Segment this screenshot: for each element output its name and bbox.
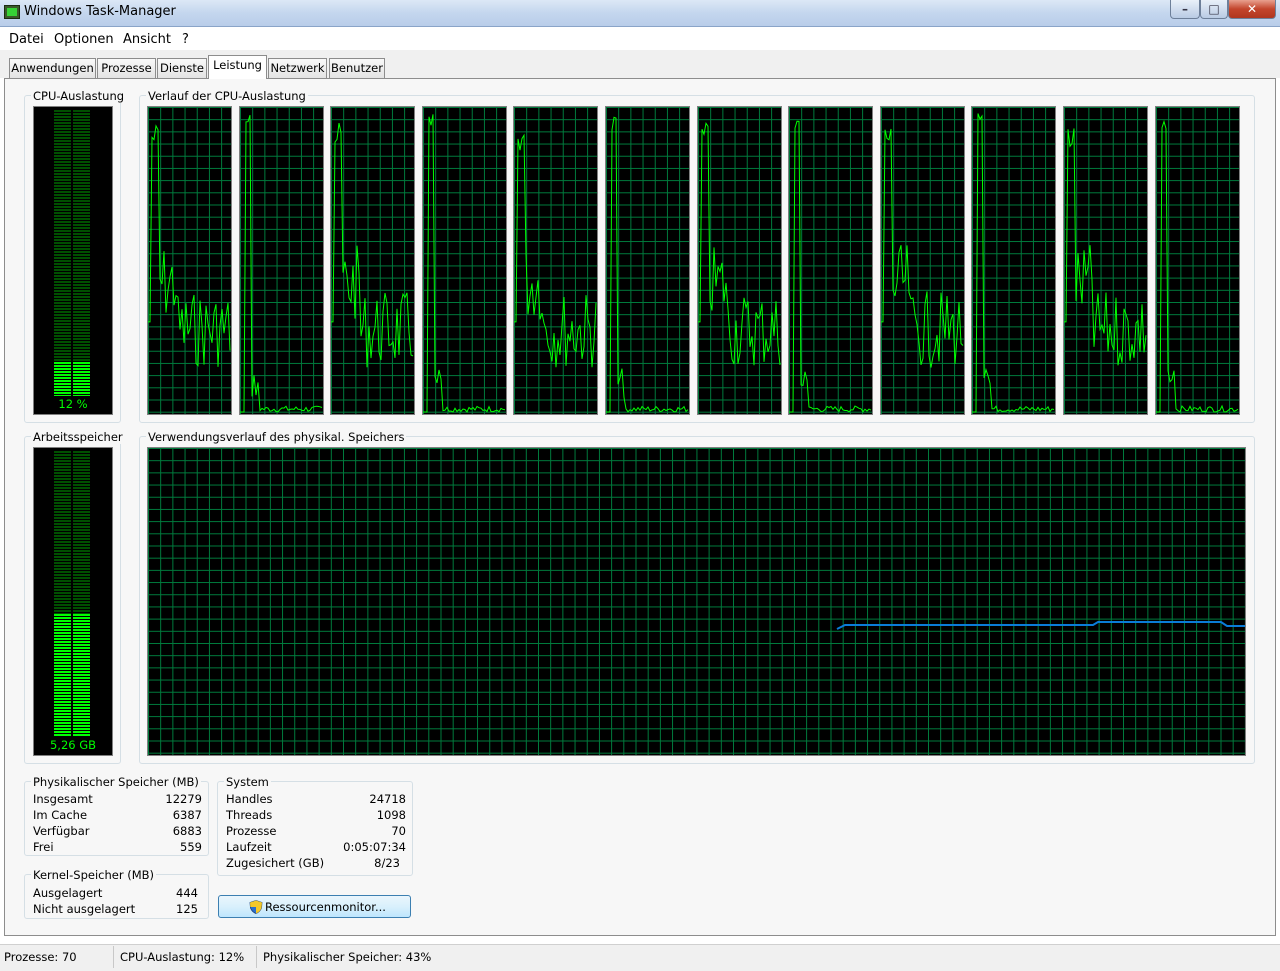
minimize-button[interactable]: – [1170,0,1200,19]
kernel-nicht-ausgelagert-value: 125 [176,902,198,916]
system-zugesichert-label: Zugesichert (GB) [226,856,325,870]
cpu-history-graphs [147,106,1243,415]
system-threads-label: Threads [226,808,273,822]
cpu-core-trace [698,121,781,366]
system-laufzeit-value: 0:05:07:34 [343,840,406,854]
memory-label: Arbeitsspeicher [31,430,125,444]
system-threads-value: 1098 [376,808,406,822]
menu-optionen[interactable]: Optionen [54,32,114,47]
system-prozesse-label: Prozesse [226,824,277,838]
kernel-nicht-ausgelagert-label: Nicht ausgelagert [33,902,136,916]
resource-monitor-label: Ressourcenmonitor... [265,900,386,914]
cpu-meter-bar-left [54,110,71,396]
physical-memory-label: Physikalischer Speicher (MB) [31,775,201,789]
cpu-core-trace [1064,128,1147,366]
maximize-button[interactable]: □ [1200,0,1228,19]
menu-ansicht[interactable]: Ansicht [123,32,171,47]
cpu-core-graph [605,106,690,415]
memory-history-line [836,621,1245,630]
cpu-core-graph [788,106,873,415]
cpu-core-trace [240,114,323,413]
resource-monitor-button[interactable]: Ressourcenmonitor... [218,895,411,918]
system-handles-label: Handles [226,792,273,806]
status-processes: Prozesse: 70 [4,950,77,964]
memory-meter: 5,26 GB [33,447,113,756]
tab-dienste[interactable]: Dienste [157,58,207,78]
status-memory: Physikalischer Speicher: 43% [263,950,432,964]
cpu-meter-bar-right [73,110,90,396]
cpu-core-trace [148,124,231,367]
cpu-meter-fill-left [54,362,71,396]
tab-leistung[interactable]: Leistung [208,55,267,79]
cpu-core-graph [147,106,232,415]
tab-prozesse[interactable]: Prozesse [97,58,156,78]
cpu-core-trace [606,116,689,413]
cpu-core-trace [423,114,506,413]
cpu-core-trace [331,122,414,368]
cpu-core-trace [514,133,597,368]
cpu-usage-label: CPU-Auslastung [31,89,127,103]
system-laufzeit-label: Laufzeit [226,840,272,854]
title-bar[interactable]: Windows Task-Manager – □ ✕ [0,0,1280,27]
window-title: Windows Task-Manager [24,4,176,19]
kernel-ausgelagert-label: Ausgelagert [33,886,103,900]
phys-cache-label: Im Cache [33,808,88,822]
memory-meter-fill-left [54,614,71,737]
menu-help[interactable]: ? [182,32,189,47]
cpu-value-label: 12 % [58,397,88,411]
status-separator [256,946,257,968]
phys-cache-value: 6387 [172,808,202,822]
cpu-core-trace [881,128,964,368]
cpu-meter: 12 % [33,106,113,415]
memory-history-graph [147,447,1246,756]
menu-bar [0,28,1280,50]
task-manager-icon [4,5,20,19]
memory-value-label: 5,26 GB [49,738,97,752]
system-zugesichert-value: 8/23 [374,856,400,870]
cpu-meter-fill-right [73,362,90,396]
phys-frei-value: 559 [180,840,202,854]
cpu-core-graph [880,106,965,415]
phys-verfuegbar-label: Verfügbar [33,824,90,838]
cpu-core-graph [330,106,415,415]
status-cpu: CPU-Auslastung: 12% [120,950,245,964]
memory-history-label: Verwendungsverlauf des physikal. Speiche… [146,430,407,444]
memory-meter-fill-right [73,614,90,737]
cpu-core-trace [1156,119,1239,413]
system-prozesse-value: 70 [391,824,406,838]
tab-anwendungen[interactable]: Anwendungen [9,58,96,78]
cpu-core-graph [1063,106,1148,415]
system-label: System [224,775,271,789]
kernel-memory-label: Kernel-Speicher (MB) [31,868,157,882]
kernel-ausgelagert-value: 444 [176,886,198,900]
cpu-core-trace [972,113,1055,413]
cpu-core-graph [1155,106,1240,415]
cpu-history-label: Verlauf der CPU-Auslastung [146,89,308,103]
phys-insgesamt-value: 12279 [165,792,202,806]
cpu-core-graph [422,106,507,415]
system-handles-value: 24718 [369,792,406,806]
cpu-core-graph [971,106,1056,415]
phys-verfuegbar-value: 6883 [172,824,202,838]
cpu-core-trace [789,120,872,413]
cpu-core-graph [239,106,324,415]
status-separator [113,946,114,968]
close-button[interactable]: ✕ [1228,0,1276,19]
menu-datei[interactable]: Datei [9,32,44,47]
cpu-core-graph [513,106,598,415]
phys-insgesamt-label: Insgesamt [33,792,93,806]
uac-shield-icon [249,900,263,914]
phys-frei-label: Frei [33,840,54,854]
tab-netzwerk[interactable]: Netzwerk [268,58,327,78]
cpu-core-graph [697,106,782,415]
tab-benutzer[interactable]: Benutzer [329,58,385,78]
